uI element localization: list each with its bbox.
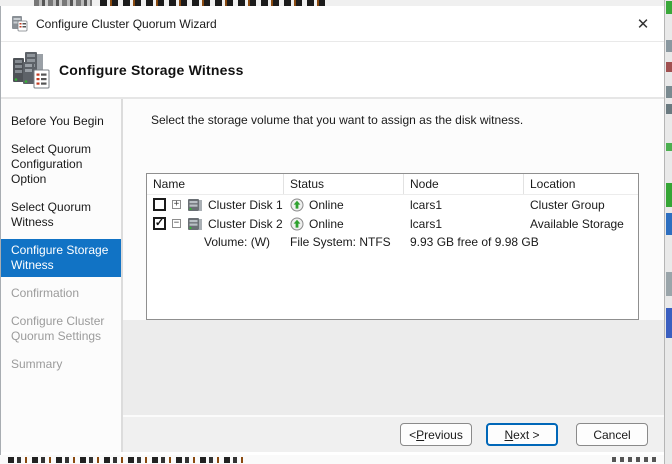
step-select-quorum-witness: Select Quorum Witness bbox=[11, 200, 92, 229]
table-row-cluster-disk-2[interactable]: ✓ − Cluster Disk 2 Online lcars1 Availab… bbox=[147, 214, 638, 233]
screen: Configure Cluster Quorum Wizard ✕ Config… bbox=[0, 0, 672, 464]
free-space-label: 9.93 GB free of 9.98 GB bbox=[410, 235, 539, 249]
window-title: Configure Cluster Quorum Wizard bbox=[36, 16, 217, 31]
disk-name: Cluster Disk 1 bbox=[208, 197, 283, 212]
volume-label: Volume: (W) bbox=[204, 235, 271, 249]
footer-button-bar: < Previous Next > Cancel bbox=[123, 415, 664, 452]
cluster-disk-1-checkbox[interactable] bbox=[153, 198, 166, 211]
disk-status: Online bbox=[309, 197, 344, 212]
background-icon-sliver bbox=[666, 183, 672, 207]
disk-location: Cluster Group bbox=[530, 197, 605, 212]
next-button[interactable]: Next > bbox=[486, 423, 558, 446]
disk-node: lcars1 bbox=[410, 197, 443, 212]
background-icon-sliver bbox=[666, 272, 672, 296]
disk-node: lcars1 bbox=[410, 216, 443, 231]
column-header-location[interactable]: Location bbox=[524, 174, 638, 194]
list-header: Name Status Node Location bbox=[147, 174, 638, 195]
disk-name: Cluster Disk 2 bbox=[208, 216, 283, 231]
previous-button[interactable]: < Previous bbox=[400, 423, 472, 446]
table-subrow-volume-detail: Volume: (W) File System: NTFS 9.93 GB fr… bbox=[147, 233, 638, 251]
background-icon-sliver bbox=[666, 213, 672, 235]
cluster-disk-2-checkbox[interactable]: ✓ bbox=[153, 217, 166, 230]
background-icon-sliver bbox=[666, 1, 672, 14]
background-icon-sliver bbox=[666, 308, 672, 338]
storage-servers-icon bbox=[13, 51, 50, 88]
disk-location: Available Storage bbox=[530, 216, 624, 231]
background-icon-sliver bbox=[666, 62, 672, 72]
title-bar[interactable]: Configure Cluster Quorum Wizard ✕ bbox=[1, 6, 664, 42]
page-title: Configure Storage Witness bbox=[59, 61, 244, 78]
background-window-bottom-sliver bbox=[0, 455, 664, 464]
column-header-node[interactable]: Node bbox=[404, 174, 524, 194]
disk-icon bbox=[188, 217, 202, 230]
wizard-header: Configure Storage Witness bbox=[1, 42, 664, 99]
background-icon-sliver bbox=[666, 104, 672, 114]
disk-status: Online bbox=[309, 216, 344, 231]
step-summary: Summary bbox=[11, 357, 63, 371]
column-header-status[interactable]: Status bbox=[284, 174, 404, 194]
step-configure-storage-witness: Configure Storage Witness bbox=[1, 239, 121, 277]
column-header-name[interactable]: Name bbox=[147, 174, 284, 194]
cancel-button[interactable]: Cancel bbox=[576, 423, 648, 446]
step-before-you-begin: Before You Begin bbox=[11, 114, 104, 128]
background-icon-sliver bbox=[666, 86, 672, 98]
background-window-right-sliver bbox=[664, 0, 672, 464]
table-row-cluster-disk-1[interactable]: + Cluster Disk 1 Online lcars1 Cluster G… bbox=[147, 195, 638, 214]
storage-volume-list: Name Status Node Location + Cluster Disk… bbox=[146, 173, 639, 320]
online-status-icon bbox=[290, 217, 304, 230]
step-select-quorum-configuration-option: Select Quorum Configuration Option bbox=[11, 142, 92, 186]
online-status-icon bbox=[290, 198, 304, 211]
cluster-disk-2-collapse-icon[interactable]: − bbox=[172, 219, 181, 228]
background-icon-sliver bbox=[666, 40, 672, 52]
background-window-text-sliver bbox=[612, 457, 660, 462]
step-confirmation: Confirmation bbox=[11, 286, 80, 300]
instruction-text: Select the storage volume that you want … bbox=[151, 113, 524, 127]
filesystem-label: File System: NTFS bbox=[290, 235, 391, 249]
wizard-steps-sidebar: Before You Begin Select Quorum Configura… bbox=[1, 99, 123, 452]
background-window-text-sliver bbox=[8, 457, 248, 463]
background-icon-sliver bbox=[666, 143, 672, 151]
content-lower-area bbox=[123, 320, 664, 415]
cluster-disk-1-expand-icon[interactable]: + bbox=[172, 200, 181, 209]
step-configure-cluster-quorum-settings: Configure Cluster Quorum Settings bbox=[11, 314, 105, 343]
close-icon[interactable]: ✕ bbox=[624, 7, 662, 40]
main-content: Select the storage volume that you want … bbox=[123, 99, 664, 415]
wizard-app-icon bbox=[12, 16, 28, 32]
disk-icon bbox=[188, 198, 202, 211]
configure-cluster-quorum-wizard-dialog: Configure Cluster Quorum Wizard ✕ Config… bbox=[0, 6, 664, 455]
